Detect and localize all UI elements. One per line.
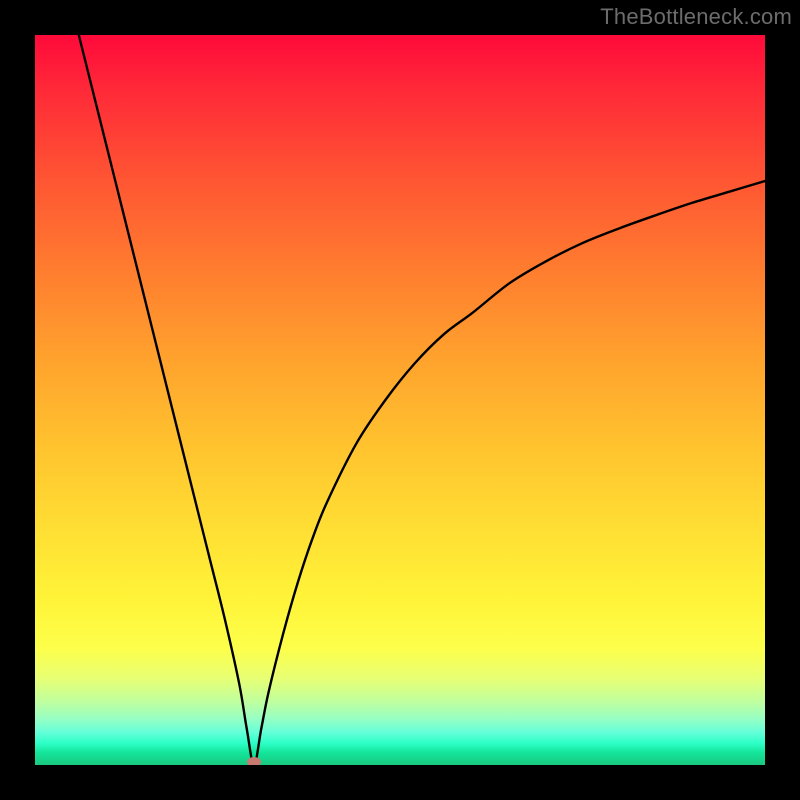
plot-area [35,35,765,765]
bottleneck-curve [35,35,765,765]
minimum-marker [247,757,261,765]
chart-frame: TheBottleneck.com [0,0,800,800]
watermark-text: TheBottleneck.com [600,4,792,30]
